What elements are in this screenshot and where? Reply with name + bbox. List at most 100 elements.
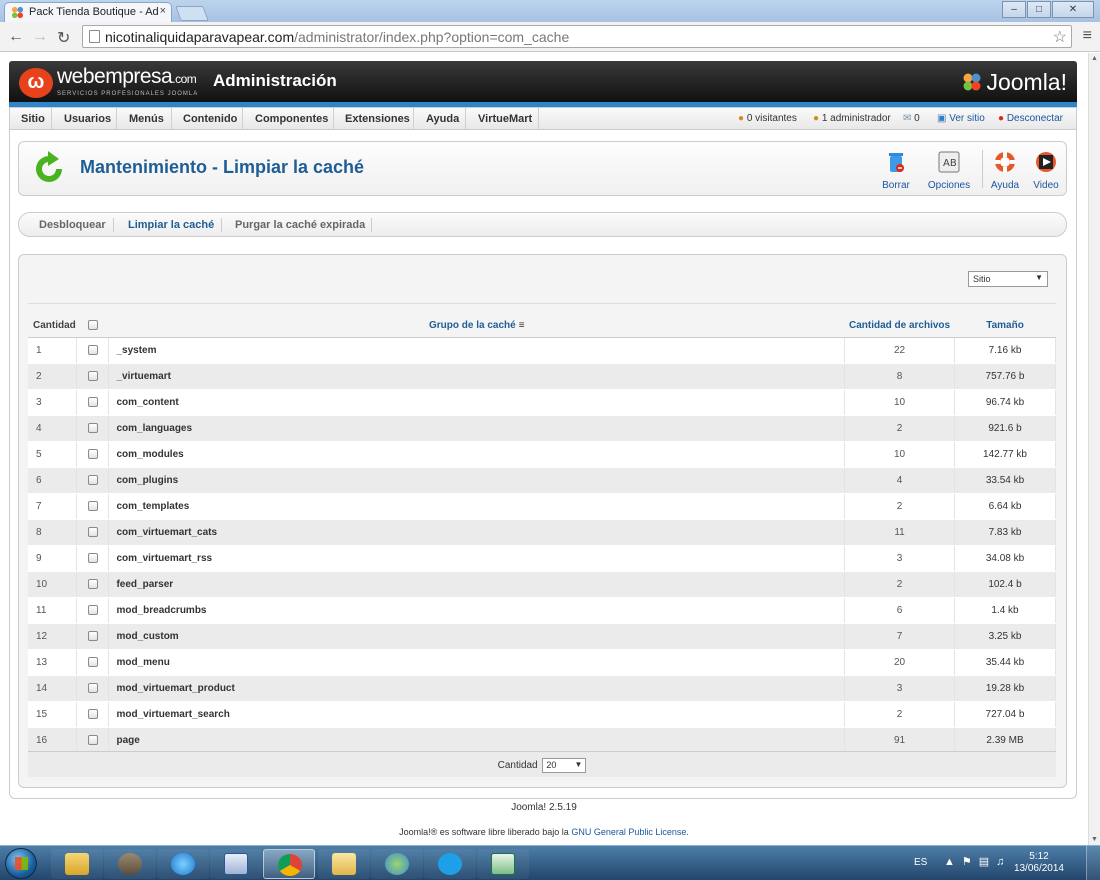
volume-icon: ♫: [996, 856, 1012, 868]
taskbar-app-people[interactable]: [371, 849, 423, 879]
table-row[interactable]: 5 com_modules 10 142.77 kb: [28, 441, 1056, 468]
table-row[interactable]: 1 _system 22 7.16 kb: [28, 337, 1056, 364]
browser-titlebar: Pack Tienda Boutique - Ad × – □ ✕: [0, 0, 1100, 22]
table-row[interactable]: 3 com_content 10 96.74 kb: [28, 389, 1056, 416]
menu-sitio[interactable]: Sitio: [21, 113, 45, 125]
table-row[interactable]: 6 com_plugins 4 33.54 kb: [28, 467, 1056, 494]
messages-status[interactable]: ✉ 0: [903, 113, 920, 124]
maximize-button[interactable]: □: [1027, 1, 1051, 18]
forward-arrow-icon[interactable]: →: [32, 28, 48, 46]
table-row[interactable]: 12 mod_custom 7 3.25 kb: [28, 623, 1056, 650]
table-row[interactable]: 10 feed_parser 2 102.4 b: [28, 571, 1056, 598]
help-button[interactable]: Ayuda: [989, 150, 1021, 191]
row-checkbox[interactable]: [87, 734, 98, 745]
menu-usuarios[interactable]: Usuarios: [64, 113, 111, 125]
logout-link[interactable]: ● Desconectar: [998, 113, 1063, 124]
vertical-scrollbar[interactable]: ▲ ▼: [1088, 53, 1100, 845]
file-count: 2: [844, 415, 956, 442]
row-checkbox[interactable]: [87, 656, 98, 667]
table-row[interactable]: 2 _virtuemart 8 757.76 b: [28, 363, 1056, 390]
row-checkbox[interactable]: [87, 396, 98, 407]
back-arrow-icon[interactable]: ←: [8, 28, 24, 46]
taskbar-clock[interactable]: 5:12 13/06/2014: [1014, 851, 1064, 875]
submenu-purgar-cache[interactable]: Purgar la caché expirada: [235, 219, 365, 231]
submenu-desbloquear[interactable]: Desbloquear: [39, 219, 106, 231]
menu-virtuemart[interactable]: VirtueMart: [478, 113, 532, 125]
admins-status: ● 1 administrador: [813, 113, 891, 124]
taskbar-app-skype[interactable]: [424, 849, 476, 879]
hamburger-menu-icon[interactable]: ≡: [1083, 27, 1092, 45]
row-number: 10: [28, 571, 78, 598]
menu-divider: [242, 108, 243, 129]
taskbar-app-word[interactable]: [210, 849, 262, 879]
table-row[interactable]: 14 mod_virtuemart_product 3 19.28 kb: [28, 675, 1056, 702]
taskbar-app-explorer[interactable]: [51, 849, 103, 879]
cache-size: 7.83 kb: [954, 519, 1056, 546]
video-button[interactable]: Video: [1031, 150, 1061, 191]
menu-ayuda[interactable]: Ayuda: [426, 113, 459, 125]
scroll-down-icon[interactable]: ▼: [1091, 836, 1098, 843]
table-row[interactable]: 15 mod_virtuemart_search 2 727.04 b: [28, 701, 1056, 728]
tray-icons[interactable]: ▲⚑▤♫: [944, 855, 1011, 868]
list-limit-select[interactable]: 20 ▼: [542, 758, 587, 773]
language-indicator[interactable]: ES: [914, 857, 927, 868]
row-checkbox[interactable]: [87, 474, 98, 485]
row-checkbox[interactable]: [87, 422, 98, 433]
row-number: 3: [28, 389, 78, 416]
col-size-header[interactable]: Tamaño: [954, 314, 1056, 338]
row-checkbox[interactable]: [87, 344, 98, 355]
row-checkbox[interactable]: [87, 448, 98, 459]
row-checkbox[interactable]: [87, 604, 98, 615]
menu-divider: [465, 108, 466, 129]
col-group-header[interactable]: Grupo de la caché ≡: [108, 314, 845, 338]
check-all-checkbox[interactable]: [87, 320, 98, 331]
client-filter-select[interactable]: Sitio ▼: [968, 271, 1048, 287]
table-row[interactable]: 9 com_virtuemart_rss 3 34.08 kb: [28, 545, 1056, 572]
taskbar-app-ie[interactable]: [157, 849, 209, 879]
menu-extensiones[interactable]: Extensiones: [345, 113, 410, 125]
browser-tab[interactable]: Pack Tienda Boutique - Ad ×: [4, 2, 172, 22]
taskbar-app-gimp[interactable]: [104, 849, 156, 879]
tab-close-icon[interactable]: ×: [160, 5, 166, 17]
scroll-up-icon[interactable]: ▲: [1091, 55, 1098, 62]
minimize-button[interactable]: –: [1002, 1, 1026, 18]
table-row[interactable]: 16 page 91 2.39 MB: [28, 727, 1056, 754]
row-checkbox[interactable]: [87, 578, 98, 589]
row-checkbox[interactable]: [87, 630, 98, 641]
table-row[interactable]: 8 com_virtuemart_cats 11 7.83 kb: [28, 519, 1056, 546]
close-window-button[interactable]: ✕: [1052, 1, 1094, 18]
delete-button[interactable]: Borrar: [876, 150, 916, 191]
table-row[interactable]: 4 com_languages 2 921.6 b: [28, 415, 1056, 442]
taskbar-app-folders[interactable]: [318, 849, 370, 879]
reload-icon[interactable]: ↻: [57, 28, 70, 48]
new-tab-button[interactable]: [175, 6, 209, 21]
table-row[interactable]: 13 mod_menu 20 35.44 kb: [28, 649, 1056, 676]
taskbar-app-chrome[interactable]: [263, 849, 315, 879]
row-checkbox[interactable]: [87, 526, 98, 537]
submenu-limpiar-cache[interactable]: Limpiar la caché: [128, 219, 214, 231]
menu-menus[interactable]: Menús: [129, 113, 164, 125]
gpl-license-link[interactable]: GNU General Public License: [571, 827, 686, 837]
svg-text:AB: AB: [943, 158, 957, 169]
brand-tagline: SERVICIOS PROFESIONALES JOOMLA: [57, 91, 199, 97]
bookmark-star-icon[interactable]: ☆: [1053, 27, 1067, 47]
page-title: Mantenimiento - Limpiar la caché: [80, 157, 365, 177]
row-checkbox[interactable]: [87, 682, 98, 693]
row-checkbox[interactable]: [87, 370, 98, 381]
col-files-header[interactable]: Cantidad de archivos: [844, 314, 955, 338]
menu-contenido[interactable]: Contenido: [183, 113, 237, 125]
taskbar-app-excel[interactable]: [477, 849, 529, 879]
start-button[interactable]: [5, 848, 37, 879]
row-checkbox[interactable]: [87, 500, 98, 511]
view-site-link[interactable]: ▣ Ver sitio: [937, 113, 985, 124]
row-checkbox[interactable]: [87, 708, 98, 719]
menu-componentes[interactable]: Componentes: [255, 113, 328, 125]
table-row[interactable]: 11 mod_breadcrumbs 6 1.4 kb: [28, 597, 1056, 624]
options-button[interactable]: AB Opciones: [926, 150, 972, 191]
table-row[interactable]: 7 com_templates 2 6.64 kb: [28, 493, 1056, 520]
show-desktop-button[interactable]: [1086, 846, 1100, 880]
address-bar[interactable]: nicotinaliquidaparavapear.com/administra…: [82, 25, 1072, 48]
cache-group-name: com_virtuemart_rss: [108, 545, 846, 572]
row-checkbox[interactable]: [87, 552, 98, 563]
url-text[interactable]: nicotinaliquidaparavapear.com/administra…: [105, 29, 569, 45]
